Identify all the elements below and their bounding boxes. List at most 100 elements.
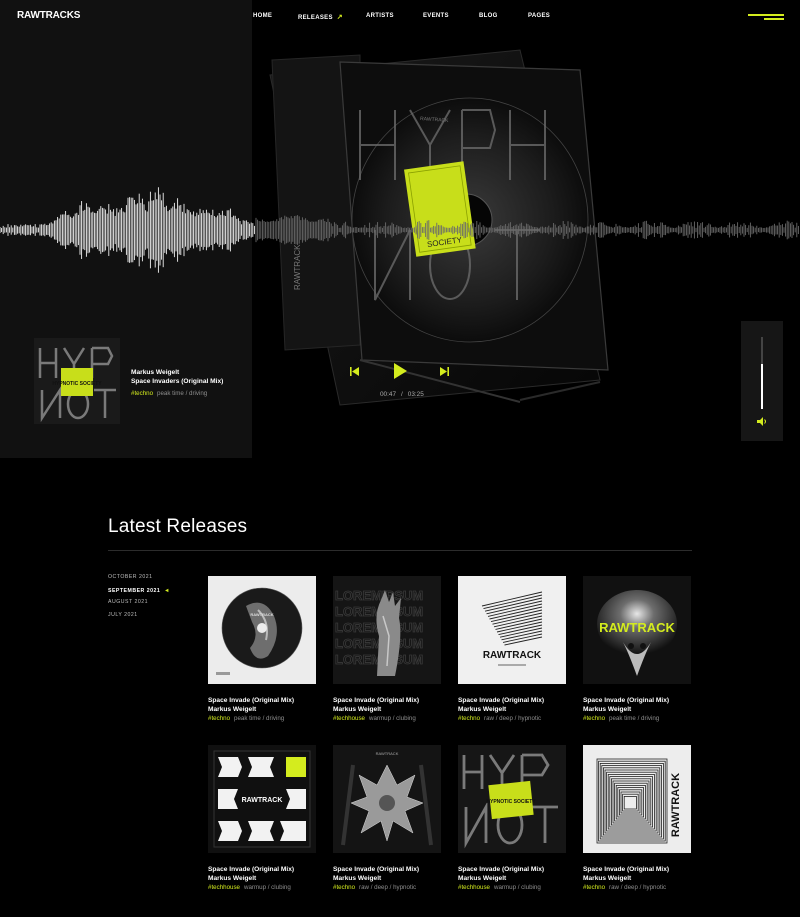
nav-item-home[interactable]: HOME xyxy=(253,13,272,19)
subgenre-tags: raw / deep / hypnotic xyxy=(609,884,666,891)
hamburger-line xyxy=(748,14,784,16)
release-title[interactable]: Space Invade (Original Mix) xyxy=(208,865,294,874)
release-card[interactable]: RAWTRACK Space Invade (Original Mix) Mar… xyxy=(208,745,320,905)
volume-control xyxy=(741,321,783,441)
release-artist[interactable]: Markus Weigelt xyxy=(208,705,256,714)
volume-slider[interactable] xyxy=(761,337,763,409)
release-tags: #techno peak time / driving xyxy=(208,715,284,722)
play-icon[interactable] xyxy=(392,362,408,380)
subgenre-tags: peak time / driving xyxy=(157,390,207,397)
release-artist[interactable]: Markus Weigelt xyxy=(333,874,381,883)
release-tags: #techhouse warmup / clubing xyxy=(458,884,541,891)
release-title[interactable]: Space Invade (Original Mix) xyxy=(583,865,669,874)
svg-text:LOREMIPSUM: LOREMIPSUM xyxy=(335,588,423,603)
release-cover[interactable]: RAWTRACK xyxy=(333,745,441,853)
release-tags: #techno raw / deep / hypnotic xyxy=(333,884,416,891)
section-divider xyxy=(108,550,692,551)
subgenre-tags: raw / deep / hypnotic xyxy=(359,884,416,891)
release-artist[interactable]: Markus Weigelt xyxy=(333,705,381,714)
hero-section: SOCIETY RAWTRACK RAWTRACK HYPNOTIC SOCIE… xyxy=(0,0,800,460)
genre-tag[interactable]: #techno xyxy=(583,884,605,891)
genre-tag[interactable]: #techno xyxy=(458,715,480,722)
subgenre-tags: peak time / driving xyxy=(234,715,284,722)
release-cover[interactable]: RAWTRACK xyxy=(208,576,316,684)
release-cover[interactable]: RAWTRACK xyxy=(583,745,691,853)
month-item[interactable]: JULY 2021 xyxy=(108,612,198,625)
nav-item-pages[interactable]: PAGES xyxy=(528,13,550,19)
release-title[interactable]: Space Invade (Original Mix) xyxy=(458,865,544,874)
subgenre-tags: peak time / driving xyxy=(609,715,659,722)
nav-item-artists[interactable]: ARTISTS xyxy=(366,13,394,19)
release-artist[interactable]: Markus Weigelt xyxy=(458,874,506,883)
month-label: OCTOBER 2021 xyxy=(108,574,153,580)
release-cover[interactable]: HYPNOTIC SOCIETY xyxy=(458,745,566,853)
release-tags: #techno peak time / driving xyxy=(583,715,659,722)
speaker-icon[interactable] xyxy=(757,417,767,426)
release-artist[interactable]: Markus Weigelt xyxy=(458,705,506,714)
active-marker-icon: ◂ xyxy=(165,588,169,594)
release-card[interactable]: LOREMIPSUM LOREMIPSUM LOREMIPSUM LOREMIP… xyxy=(333,576,445,736)
hamburger-icon[interactable] xyxy=(748,12,784,22)
genre-tag[interactable]: #techno xyxy=(333,884,355,891)
month-item[interactable]: AUGUST 2021 xyxy=(108,599,198,612)
svg-text:RAWTRACK: RAWTRACK xyxy=(250,612,273,617)
site-header: RAWTRACKS HOME RELEASES ↗ ARTISTS EVENTS … xyxy=(0,0,800,34)
release-card[interactable]: RAWTRACK Space Invade (Original Mix) Mar… xyxy=(583,745,695,905)
month-filter: OCTOBER 2021 SEPTEMBER 2021 ◂ AUGUST 2021… xyxy=(108,574,198,624)
genre-tag[interactable]: #techno xyxy=(131,390,153,397)
now-playing: HYPNOTIC SOCIETY Markus Weigelt Space In… xyxy=(34,338,244,424)
release-cover[interactable]: LOREMIPSUM LOREMIPSUM LOREMIPSUM LOREMIP… xyxy=(333,576,441,684)
month-label: AUGUST 2021 xyxy=(108,599,148,605)
track-time: 00:47/03:25 xyxy=(380,391,424,398)
now-playing-info: Markus Weigelt Space Invaders (Original … xyxy=(131,368,271,397)
month-item[interactable]: OCTOBER 2021 xyxy=(108,574,198,587)
nav-item-events[interactable]: EVENTS xyxy=(423,13,449,19)
release-card[interactable]: RAWTRACK Space Invade (Original Mix) Mar… xyxy=(583,576,695,736)
release-title[interactable]: Space Invade (Original Mix) xyxy=(583,696,669,705)
now-playing-cover[interactable]: HYPNOTIC SOCIETY xyxy=(34,338,120,424)
duration: 03:25 xyxy=(408,391,424,398)
main-nav: HOME RELEASES ↗ ARTISTS EVENTS BLOG PAGES xyxy=(0,13,800,25)
now-playing-title[interactable]: Space Invaders (Original Mix) xyxy=(131,377,271,386)
release-title[interactable]: Space Invade (Original Mix) xyxy=(208,696,294,705)
nav-item-blog[interactable]: BLOG xyxy=(479,13,498,19)
genre-tag[interactable]: #techhouse xyxy=(208,884,240,891)
svg-text:HYPNOTIC SOCIETY: HYPNOTIC SOCIETY xyxy=(52,381,102,387)
month-label: SEPTEMBER 2021 xyxy=(108,588,160,594)
release-cover[interactable]: RAWTRACK xyxy=(458,576,566,684)
month-item-active[interactable]: SEPTEMBER 2021 ◂ xyxy=(108,587,198,600)
genre-tag[interactable]: #techhouse xyxy=(458,884,490,891)
month-label: JULY 2021 xyxy=(108,612,138,618)
subgenre-tags: warmup / clubing xyxy=(369,715,416,722)
subgenre-tags: warmup / clubing xyxy=(244,884,291,891)
release-card[interactable]: RAWTRACK Space Invade (Original Mix) Mar… xyxy=(458,576,570,736)
now-playing-artist[interactable]: Markus Weigelt xyxy=(131,368,271,377)
nav-item-releases[interactable]: RELEASES ↗ xyxy=(298,13,343,21)
subgenre-tags: raw / deep / hypnotic xyxy=(484,715,541,722)
release-artist[interactable]: Markus Weigelt xyxy=(583,705,631,714)
release-cover[interactable]: RAWTRACK xyxy=(208,745,316,853)
release-card[interactable]: RAWTRACK Space Invade (Original Mix) Mar… xyxy=(208,576,320,736)
genre-tag[interactable]: #techno xyxy=(583,715,605,722)
release-card[interactable]: HYPNOTIC SOCIETY Space Invade (Original … xyxy=(458,745,570,905)
svg-text:RAWTRACK: RAWTRACK xyxy=(483,650,542,661)
release-tags: #techno raw / deep / hypnotic xyxy=(458,715,541,722)
subgenre-tags: warmup / clubing xyxy=(494,884,541,891)
release-card[interactable]: RAWTRACK Space Invade (Original Mix) Mar… xyxy=(333,745,445,905)
release-title[interactable]: Space Invade (Original Mix) xyxy=(333,696,419,705)
release-cover[interactable]: RAWTRACK xyxy=(583,576,691,684)
release-artist[interactable]: Markus Weigelt xyxy=(208,874,256,883)
volume-level xyxy=(761,364,763,409)
release-tags: #techhouse warmup / clubing xyxy=(333,715,416,722)
genre-tag[interactable]: #techno xyxy=(208,715,230,722)
release-title[interactable]: Space Invade (Original Mix) xyxy=(458,696,544,705)
release-tags: #techno raw / deep / hypnotic xyxy=(583,884,666,891)
now-playing-tags: #techno peak time / driving xyxy=(131,390,271,397)
genre-tag[interactable]: #techhouse xyxy=(333,715,365,722)
next-track-icon[interactable] xyxy=(440,367,449,376)
release-title[interactable]: Space Invade (Original Mix) xyxy=(333,865,419,874)
audio-waveform[interactable] xyxy=(0,170,800,290)
svg-text:HYPNOTIC SOCIETY: HYPNOTIC SOCIETY xyxy=(486,799,536,805)
release-artist[interactable]: Markus Weigelt xyxy=(583,874,631,883)
previous-track-icon[interactable] xyxy=(350,367,359,376)
